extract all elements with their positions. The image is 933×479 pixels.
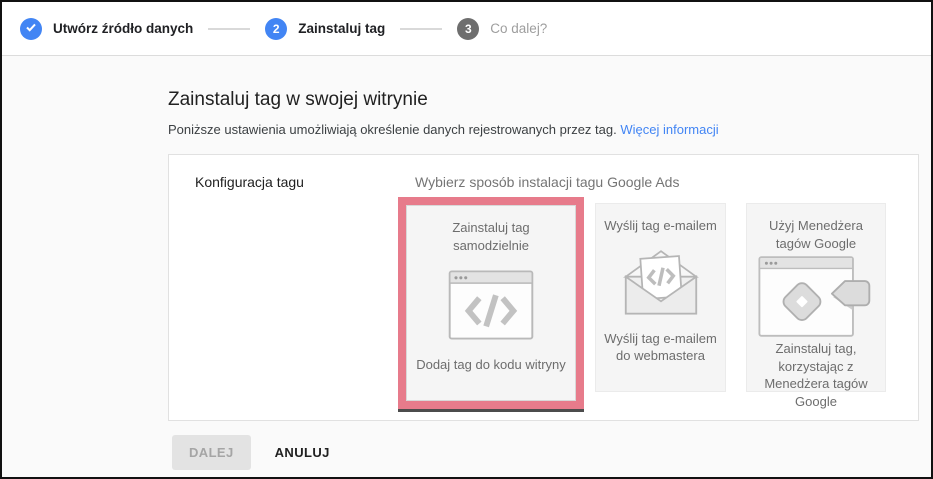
option-cards-row: Zainstaluj tag samodzielnie (415, 197, 918, 409)
option-title: Wyślij tag e-mailem (604, 217, 717, 235)
subtitle-text: Poniższe ustawienia umożliwiają określen… (168, 122, 617, 137)
option-caption: Wyślij tag e-mailem do webmastera (604, 330, 717, 365)
tag-manager-icon (758, 252, 874, 340)
cancel-button[interactable]: ANULUJ (275, 445, 330, 460)
option-tag-manager[interactable]: Użyj Menedżera tagów Google (746, 203, 886, 392)
option-title: Zainstaluj tag samodzielnie (415, 219, 567, 254)
next-button[interactable]: DALEJ (172, 435, 251, 470)
check-icon (25, 21, 37, 36)
annotation-highlight-box: Zainstaluj tag samodzielnie (398, 197, 584, 409)
page-subtitle: Poniższe ustawienia umożliwiają określen… (168, 122, 931, 137)
step-create-data-source[interactable]: Utwórz źródło danych (20, 18, 193, 40)
footer-actions: DALEJ ANULUJ (172, 435, 931, 470)
option-caption: Dodaj tag do kodu witryny (416, 356, 566, 374)
option-email-tag[interactable]: Wyślij tag e-mailem (595, 203, 726, 392)
learn-more-link[interactable]: Więcej informacji (620, 122, 718, 137)
code-window-icon (448, 254, 534, 356)
email-tag-icon (617, 235, 705, 330)
step-label: Utwórz źródło danych (53, 21, 193, 36)
step-label: Zainstaluj tag (298, 21, 385, 36)
installation-prompt: Wybierz sposób instalacji tagu Google Ad… (415, 174, 918, 190)
tag-configuration-panel: Konfiguracja tagu Wybierz sposób instala… (168, 154, 919, 421)
wizard-stepper: Utwórz źródło danych 2 Zainstaluj tag 3 … (2, 2, 931, 56)
section-label: Konfiguracja tagu (169, 155, 415, 420)
installation-options: Wybierz sposób instalacji tagu Google Ad… (415, 155, 918, 420)
main-content: Zainstaluj tag w swojej witrynie Poniższ… (2, 56, 931, 470)
step-label: Co dalej? (490, 21, 547, 36)
step-number-circle: 3 (457, 18, 479, 40)
page-title: Zainstaluj tag w swojej witrynie (168, 89, 931, 111)
step-install-tag[interactable]: 2 Zainstaluj tag (265, 18, 385, 40)
option-caption: Zainstaluj tag, korzystając z Menedżera … (755, 340, 877, 410)
step-connector (208, 28, 250, 30)
step-whats-next[interactable]: 3 Co dalej? (457, 18, 547, 40)
step-connector (400, 28, 442, 30)
step-number-circle: 2 (265, 18, 287, 40)
option-install-yourself[interactable]: Zainstaluj tag samodzielnie (406, 205, 576, 401)
step-completed-circle (20, 18, 42, 40)
option-title: Użyj Menedżera tagów Google (755, 217, 877, 252)
